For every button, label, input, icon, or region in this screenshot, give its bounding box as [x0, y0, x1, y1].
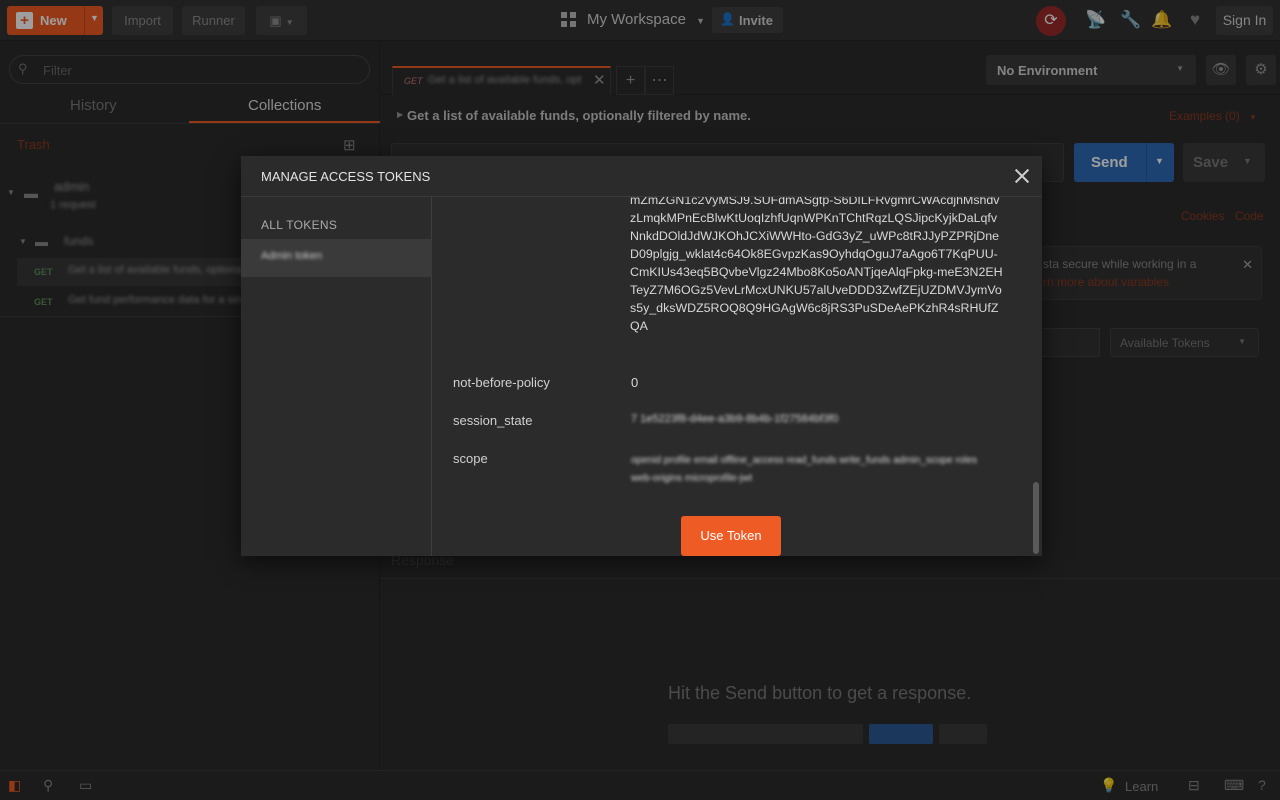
token-list-item[interactable]: Admin token — [241, 239, 432, 277]
modal-title: MANAGE ACCESS TOKENS — [261, 169, 431, 184]
all-tokens-heading: ALL TOKENS — [261, 218, 338, 232]
scrollbar-thumb[interactable] — [1033, 482, 1039, 554]
field-key: scope — [453, 451, 488, 466]
close-icon[interactable] — [1012, 166, 1032, 186]
token-name: Admin token — [261, 250, 323, 262]
use-token-button[interactable]: Use Token — [681, 516, 781, 556]
field-value: 0 — [631, 375, 639, 390]
field-key: not-before-policy — [453, 375, 550, 390]
field-value: openid profile email offline_access read… — [631, 455, 978, 484]
access-token-value: mZmZGN1c2VyMSJ9.SUFdmASgtp-S6DILFRvgmrCW… — [630, 197, 1003, 333]
field-value: 7 1e5223f8-d4ee-a3b9-8b4b-1f27584bf3f0 — [631, 413, 839, 425]
field-key: session_state — [453, 413, 533, 428]
